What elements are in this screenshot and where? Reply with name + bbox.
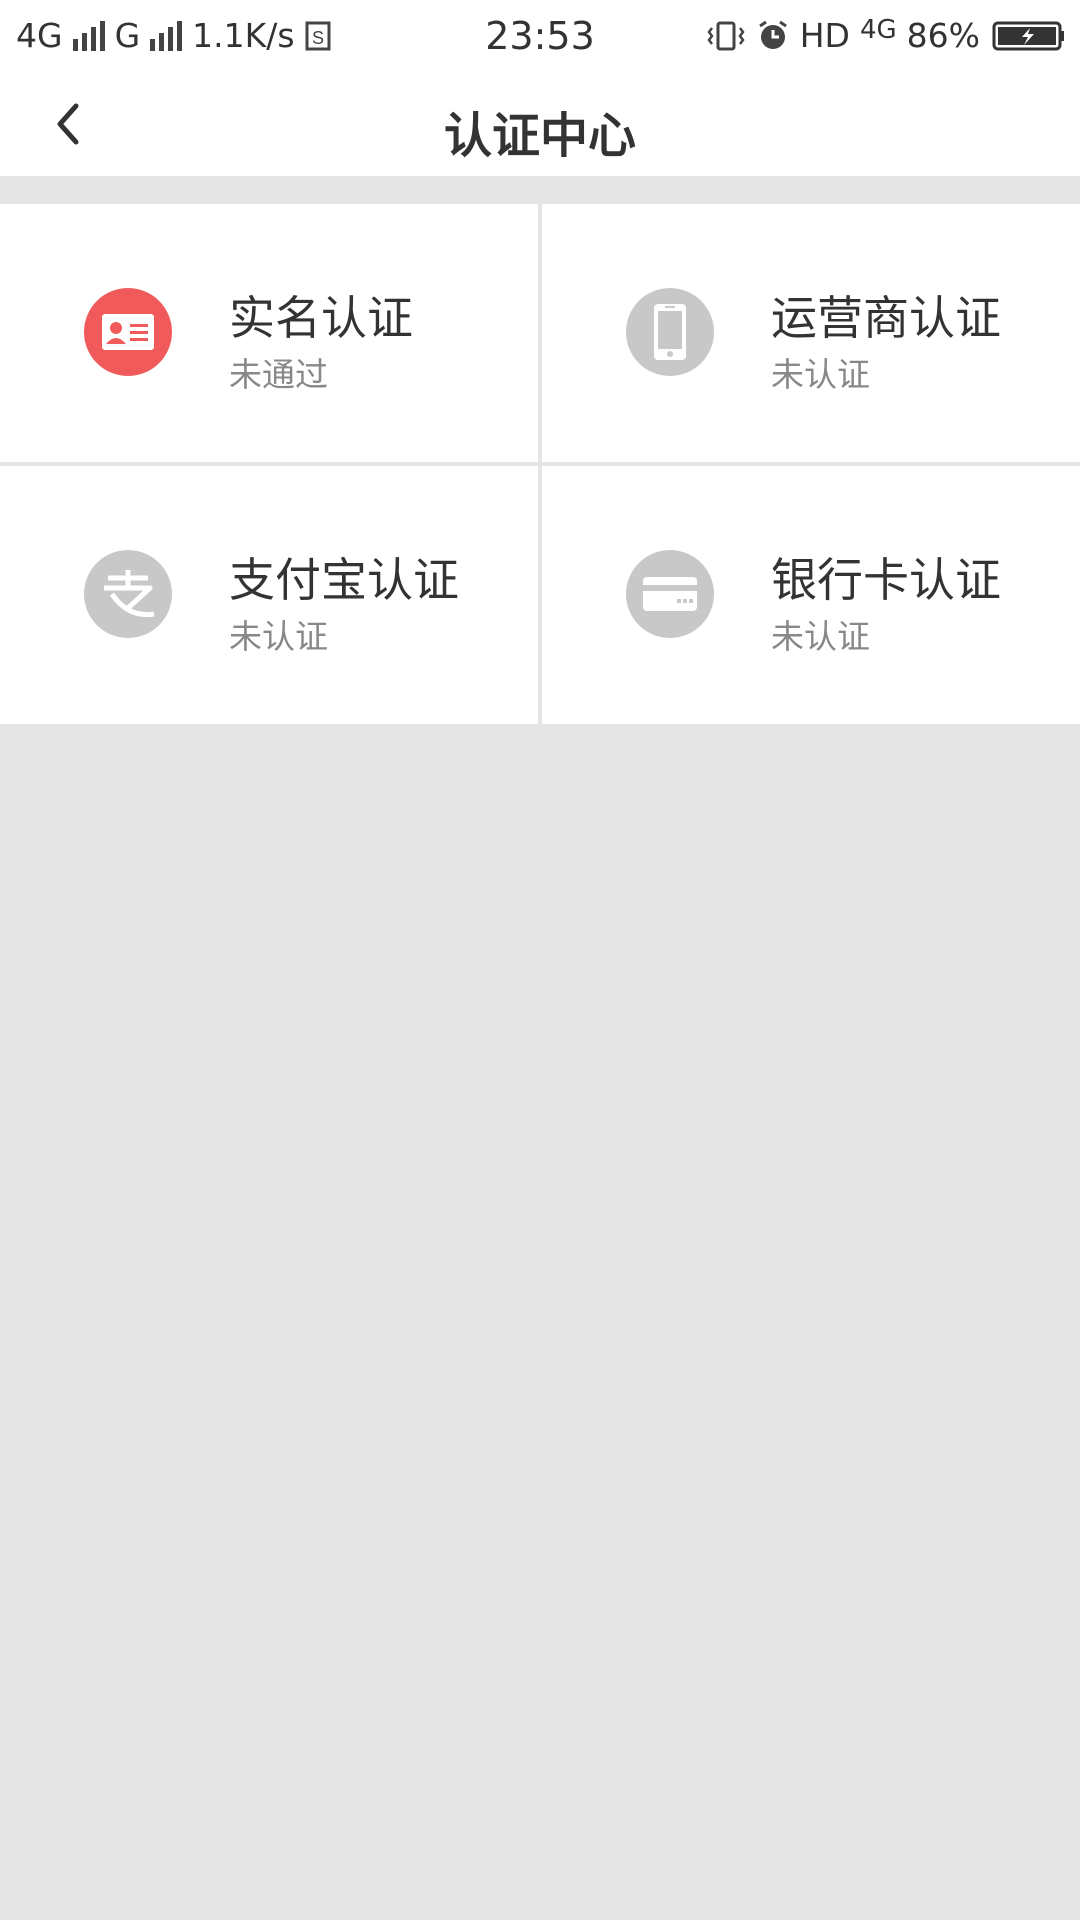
network-type-3: 4G xyxy=(859,14,897,45)
auth-status-alipay: 未认证 xyxy=(229,617,328,656)
vibrate-icon xyxy=(706,20,746,52)
auth-grid: 实名认证 未通过 运营商认证 未认证 支付宝认证 未认证 银行卡认证 未认证 xyxy=(0,204,1080,724)
page-title: 认证中心 xyxy=(443,108,636,164)
auth-status-real-name: 未通过 xyxy=(229,355,328,394)
id-card-icon xyxy=(84,288,172,376)
auth-item-alipay[interactable]: 支付宝认证 未认证 xyxy=(0,466,538,724)
battery-percent: 86% xyxy=(906,16,980,55)
status-bar: 4G G 1.1K/s S 23:53 HD 4G 86% xyxy=(0,0,1080,72)
auth-status-bank-card: 未认证 xyxy=(771,617,870,656)
auth-label-real-name: 实名认证 xyxy=(229,291,413,345)
auth-status-carrier: 未认证 xyxy=(771,355,870,394)
hd-indicator: HD xyxy=(799,16,850,55)
navigation-bar: 认证中心 xyxy=(0,72,1080,176)
auth-label-alipay: 支付宝认证 xyxy=(229,553,459,607)
bank-card-icon xyxy=(626,550,714,638)
auth-item-bank-card[interactable]: 银行卡认证 未认证 xyxy=(542,466,1080,724)
auth-label-carrier: 运营商认证 xyxy=(771,291,1001,345)
battery-charging-icon xyxy=(990,20,1066,52)
alarm-icon xyxy=(756,20,790,52)
auth-item-real-name[interactable]: 实名认证 未通过 xyxy=(0,204,538,462)
alipay-icon xyxy=(84,550,172,638)
auth-label-bank-card: 银行卡认证 xyxy=(771,553,1001,607)
phone-icon xyxy=(626,288,714,376)
status-right: HD 4G 86% xyxy=(706,14,1066,55)
auth-item-carrier[interactable]: 运营商认证 未认证 xyxy=(542,204,1080,462)
